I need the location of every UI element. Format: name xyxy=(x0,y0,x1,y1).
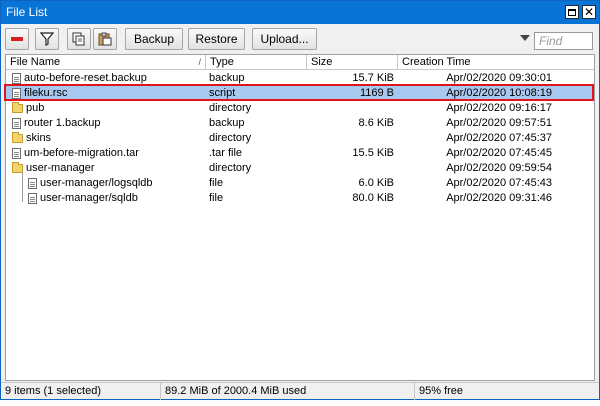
file-name: user-manager/sqldb xyxy=(40,192,138,204)
status-disk-used: 89.2 MiB of 2000.4 MiB used xyxy=(161,383,415,400)
creation-time-cell: Apr/02/2020 09:16:17 xyxy=(446,102,552,114)
file-name: router 1.backup xyxy=(24,117,101,129)
paste-button[interactable] xyxy=(93,28,117,50)
creation-time-cell: Apr/02/2020 07:45:45 xyxy=(446,147,552,159)
copy-icon xyxy=(72,32,85,46)
file-icon xyxy=(28,193,37,204)
file-size-cell: 8.6 KiB xyxy=(358,117,394,129)
column-header-creation-time[interactable]: Creation Time xyxy=(398,55,594,70)
copy-button[interactable] xyxy=(67,28,91,50)
creation-time-cell: Apr/02/2020 09:31:46 xyxy=(446,192,552,204)
table-row[interactable]: user-manager directory Apr/02/2020 09:59:5… xyxy=(6,161,594,176)
file-size-cell xyxy=(307,131,394,146)
filter-button[interactable] xyxy=(35,28,59,50)
file-name: pub xyxy=(26,102,45,114)
file-type-cell: backup xyxy=(209,117,245,129)
table-row[interactable]: pub directory Apr/02/2020 09:16:17 xyxy=(6,101,594,116)
file-type-cell: directory xyxy=(209,102,252,114)
file-icon xyxy=(12,118,21,129)
column-header-file-name[interactable]: File Name / xyxy=(6,55,206,70)
status-bar: 9 items (1 selected) 89.2 MiB of 2000.4 … xyxy=(1,382,599,400)
table-row[interactable]: user-manager/logsqldb file 6.0 KiB Apr/02/2… xyxy=(6,176,594,191)
file-name-cell: um-before-migration.tar xyxy=(12,146,207,161)
file-size-cell: 15.5 KiB xyxy=(352,147,394,159)
file-icon xyxy=(12,148,21,159)
window-title: File List xyxy=(6,5,48,19)
file-type-cell: file xyxy=(209,177,224,189)
file-name-cell: router 1.backup xyxy=(12,116,207,131)
background-strip xyxy=(0,400,600,406)
file-icon xyxy=(12,73,21,84)
minus-icon xyxy=(11,37,23,41)
tree-indent-line xyxy=(22,172,23,187)
file-name-cell: user-manager xyxy=(12,161,207,176)
file-name: user-manager xyxy=(26,162,95,174)
file-name: um-before-migration.tar xyxy=(24,147,139,159)
sort-indicator-icon: / xyxy=(198,57,201,67)
remove-button[interactable] xyxy=(5,28,29,50)
folder-icon xyxy=(12,132,23,143)
file-size-cell: 80.0 KiB xyxy=(352,192,394,204)
table-header: File Name / Type Size Creation Time xyxy=(6,55,594,70)
file-name-cell: user-manager/logsqldb xyxy=(28,176,223,191)
close-button[interactable]: ✕ xyxy=(582,5,596,19)
column-header-type[interactable]: Type xyxy=(206,55,307,70)
status-disk-free: 95% free xyxy=(419,385,464,397)
file-type-cell: directory xyxy=(209,132,252,144)
maximize-button[interactable] xyxy=(565,5,579,19)
table-row[interactable]: user-manager/sqldb file 80.0 KiB Apr/02/202… xyxy=(6,191,594,206)
file-size-cell xyxy=(307,161,394,176)
restore-button[interactable]: Restore xyxy=(188,28,245,50)
toolbar: Backup Restore Upload... Find xyxy=(1,24,599,54)
file-size-cell xyxy=(307,101,394,116)
file-icon xyxy=(28,178,37,189)
file-size-cell: 6.0 KiB xyxy=(358,177,394,189)
chevron-down-icon[interactable] xyxy=(520,35,530,41)
creation-time-cell: Apr/02/2020 09:57:51 xyxy=(446,117,552,129)
maximize-icon xyxy=(568,8,576,16)
file-type-cell: .tar file xyxy=(209,147,243,159)
file-table: File Name / Type Size Creation Time auto… xyxy=(5,54,595,381)
column-header-size[interactable]: Size xyxy=(307,55,398,70)
creation-time-cell: Apr/02/2020 09:59:54 xyxy=(446,162,552,174)
table-row[interactable]: um-before-migration.tar .tar file 15.5 KiB… xyxy=(6,146,594,161)
file-name-cell: skins xyxy=(12,131,207,146)
table-row[interactable]: skins directory Apr/02/2020 07:45:37 xyxy=(6,131,594,146)
folder-icon xyxy=(12,102,23,113)
column-label: File Name xyxy=(10,56,61,68)
selection-annotation xyxy=(4,84,594,101)
file-name-cell: user-manager/sqldb xyxy=(28,191,223,206)
close-icon: ✕ xyxy=(583,5,595,19)
creation-time-cell: Apr/02/2020 07:45:43 xyxy=(446,177,552,189)
file-type-cell: file xyxy=(209,192,224,204)
file-name-cell: pub xyxy=(12,101,207,116)
title-bar[interactable]: File List ✕ xyxy=(1,1,599,24)
backup-button[interactable]: Backup xyxy=(125,28,183,50)
file-name: skins xyxy=(26,132,52,144)
creation-time-cell: Apr/02/2020 07:45:37 xyxy=(446,132,552,144)
paste-icon xyxy=(98,32,112,46)
status-item-count: 9 items (1 selected) xyxy=(1,383,161,400)
find-input[interactable]: Find xyxy=(534,32,593,50)
table-row[interactable]: router 1.backup backup 8.6 KiB Apr/02/2020 … xyxy=(6,116,594,131)
filter-icon xyxy=(40,32,54,46)
tree-indent-line xyxy=(22,187,23,202)
file-list-window: File List ✕ Backup Restore Upload... Fin… xyxy=(0,0,600,400)
file-type-cell: directory xyxy=(209,162,252,174)
upload-button[interactable]: Upload... xyxy=(252,28,317,50)
file-name: user-manager/logsqldb xyxy=(40,177,153,189)
